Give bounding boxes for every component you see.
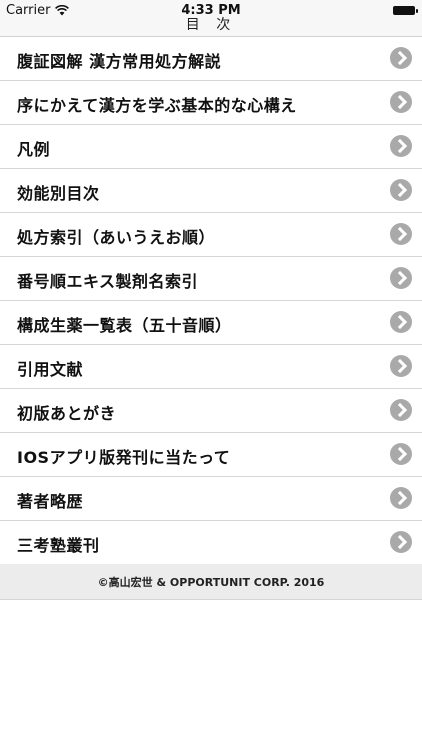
menu-row[interactable]: 凡例 — [0, 125, 422, 169]
menu-row[interactable]: 番号順エキス製剤名索引 — [0, 257, 422, 301]
menu-row-label: 初版あとがき — [17, 404, 117, 423]
menu-row[interactable]: 三考塾叢刊 — [0, 521, 422, 565]
menu-row[interactable]: 引用文献 — [0, 345, 422, 389]
chevron-right-circle-icon — [390, 223, 412, 245]
menu-row-label: 引用文献 — [17, 360, 84, 379]
menu-row[interactable]: 著者略歴 — [0, 477, 422, 521]
copyright-footer: ©高山宏世 & OPPORTUNIT CORP. 2016 — [0, 564, 422, 600]
copyright-text: ©高山宏世 & OPPORTUNIT CORP. 2016 — [97, 576, 325, 589]
menu-row-label: 凡例 — [17, 140, 51, 159]
menu-row-label: 著者略歴 — [17, 492, 84, 511]
chevron-right-circle-icon — [390, 311, 412, 333]
chevron-right-circle-icon — [390, 531, 412, 553]
page-title: 目 次 — [185, 17, 237, 33]
chevron-right-circle-icon — [390, 179, 412, 201]
table-of-contents-list: 腹証図解 漢方常用処方解説 序にかえて漢方を学ぶ基本的な心構え 凡例 効能別目次… — [0, 36, 422, 565]
chevron-right-circle-icon — [390, 267, 412, 289]
menu-row-label: 腹証図解 漢方常用処方解説 — [17, 52, 222, 71]
chevron-right-circle-icon — [390, 135, 412, 157]
chevron-right-circle-icon — [390, 443, 412, 465]
menu-row-label: 三考塾叢刊 — [17, 536, 100, 555]
menu-row-label: 効能別目次 — [17, 184, 100, 203]
chevron-right-circle-icon — [390, 487, 412, 509]
chevron-right-circle-icon — [390, 47, 412, 69]
menu-row-label: 番号順エキス製剤名索引 — [17, 272, 199, 291]
chevron-right-circle-icon — [390, 91, 412, 113]
menu-row-label: 処方索引（あいうえお順） — [17, 228, 216, 247]
menu-row[interactable]: 処方索引（あいうえお順） — [0, 213, 422, 257]
chevron-right-circle-icon — [390, 399, 412, 421]
menu-row[interactable]: 序にかえて漢方を学ぶ基本的な心構え — [0, 81, 422, 125]
menu-row-label: IOSアプリ版発刊に当たって — [17, 448, 231, 467]
menu-row-label: 序にかえて漢方を学ぶ基本的な心構え — [17, 96, 297, 115]
menu-row[interactable]: 効能別目次 — [0, 169, 422, 213]
menu-row[interactable]: IOSアプリ版発刊に当たって — [0, 433, 422, 477]
menu-row[interactable]: 腹証図解 漢方常用処方解説 — [0, 37, 422, 81]
menu-row[interactable]: 構成生薬一覧表（五十音順） — [0, 301, 422, 345]
menu-row-label: 構成生薬一覧表（五十音順） — [17, 316, 232, 335]
navigation-bar: 目 次 — [0, 17, 422, 36]
chevron-right-circle-icon — [390, 355, 412, 377]
menu-row[interactable]: 初版あとがき — [0, 389, 422, 433]
